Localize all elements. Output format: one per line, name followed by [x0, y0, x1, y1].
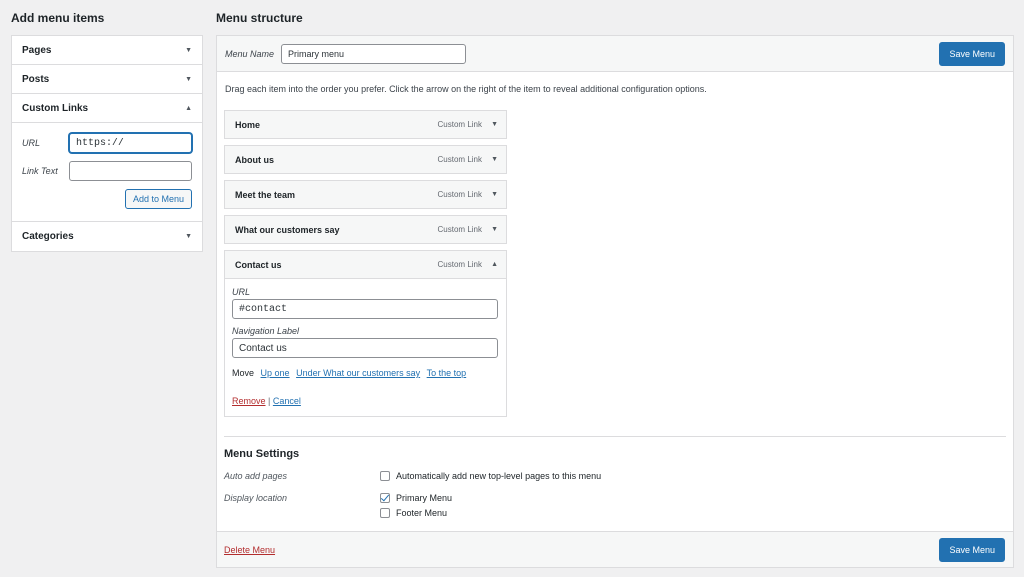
caret-down-icon[interactable]: ▼: [491, 226, 498, 233]
caret-down-icon[interactable]: ▼: [491, 191, 498, 198]
posts-section-label: Posts: [22, 73, 50, 85]
menu-name-input[interactable]: [281, 43, 467, 64]
categories-section-label: Categories: [22, 231, 74, 242]
item-nav-label-input[interactable]: [232, 338, 498, 358]
delete-menu-link[interactable]: Delete Menu: [224, 545, 275, 555]
menu-structure-panel: Menu Name Save Menu Drag each item into …: [216, 35, 1014, 568]
menu-structure-heading: Menu structure: [216, 11, 303, 25]
caret-up-icon: ▲: [185, 104, 192, 112]
menu-item-title: Home: [235, 119, 261, 130]
primary-menu-option[interactable]: Primary Menu: [380, 493, 452, 503]
menu-item-type: Custom Link: [437, 155, 482, 164]
caret-down-icon[interactable]: ▼: [491, 156, 498, 163]
auto-add-option-label: Automatically add new top-level pages to…: [396, 471, 602, 481]
custom-links-form: URL Link Text Add to Menu: [12, 123, 202, 222]
custom-link-url-label: URL: [22, 138, 41, 148]
footer-menu-checkbox[interactable]: [380, 508, 390, 518]
menu-item-title: About us: [235, 154, 274, 165]
menu-items-list: Home Custom Link ▼ About us Custom Link …: [224, 110, 507, 423]
menu-header: Menu Name Save Menu: [217, 36, 1013, 72]
menu-item-about-us[interactable]: About us Custom Link ▼: [224, 145, 507, 174]
settings-divider: [224, 436, 1006, 437]
auto-add-pages-option[interactable]: Automatically add new top-level pages to…: [380, 471, 601, 481]
menu-settings-heading: Menu Settings: [224, 448, 300, 460]
pages-section-label: Pages: [22, 44, 52, 56]
menu-item-meet-the-team[interactable]: Meet the team Custom Link ▼: [224, 180, 507, 209]
menu-footer: Delete Menu Save Menu: [217, 531, 1013, 567]
posts-section-toggle[interactable]: Posts ▼: [12, 65, 202, 94]
add-to-menu-button[interactable]: Add to Menu: [124, 189, 192, 209]
item-actions: Remove | Cancel: [232, 396, 498, 406]
remove-link[interactable]: Remove: [232, 396, 266, 406]
move-row: Move Up one Under What our customers say…: [232, 368, 498, 378]
menu-item-settings: URL Navigation Label Move Up one Under W…: [224, 279, 507, 417]
caret-down-icon: ▼: [185, 46, 192, 54]
cancel-link[interactable]: Cancel: [273, 396, 301, 406]
item-url-input[interactable]: [232, 299, 498, 319]
primary-menu-label: Primary Menu: [396, 493, 453, 503]
move-label: Move: [232, 368, 255, 378]
add-menu-items-panel: Pages ▼ Posts ▼ Custom Links ▲ URL Link …: [11, 35, 203, 252]
menu-item-home[interactable]: Home Custom Link ▼: [224, 110, 507, 139]
menu-item-type: Custom Link: [437, 260, 482, 269]
caret-down-icon[interactable]: ▼: [491, 121, 498, 128]
action-separator: |: [268, 396, 271, 406]
auto-add-pages-label: Auto add pages: [224, 471, 288, 481]
footer-menu-label: Footer Menu: [396, 508, 448, 518]
custom-link-url-input[interactable]: [69, 133, 192, 153]
footer-menu-option[interactable]: Footer Menu: [380, 508, 447, 518]
menu-item-type: Custom Link: [437, 190, 482, 199]
item-nav-label: Navigation Label: [232, 326, 300, 336]
drag-instructions: Drag each item into the order you prefer…: [225, 84, 707, 94]
menu-item-type: Custom Link: [437, 120, 482, 129]
caret-down-icon: ▼: [185, 75, 192, 83]
menu-name-label: Menu Name: [225, 48, 275, 59]
custom-link-text-input[interactable]: [69, 161, 192, 181]
pages-section-toggle[interactable]: Pages ▼: [12, 36, 202, 65]
primary-menu-checkbox[interactable]: [380, 493, 390, 503]
menu-item-customers-say[interactable]: What our customers say Custom Link ▼: [224, 215, 507, 244]
item-url-label: URL: [232, 287, 251, 297]
add-menu-items-heading: Add menu items: [11, 11, 105, 25]
menu-item-title: Meet the team: [235, 189, 296, 200]
menu-item-type: Custom Link: [437, 225, 482, 234]
custom-links-section-label: Custom Links: [22, 102, 89, 114]
save-menu-button-bottom[interactable]: Save Menu: [939, 537, 1005, 562]
move-up-one-link[interactable]: Up one: [261, 368, 290, 378]
caret-down-icon: ▼: [185, 233, 192, 240]
menu-item-title: Contact us: [235, 259, 282, 270]
move-under-link[interactable]: Under What our customers say: [296, 368, 420, 378]
custom-links-section-toggle[interactable]: Custom Links ▲: [12, 94, 202, 123]
move-to-top-link[interactable]: To the top: [427, 368, 467, 378]
menu-item-title: What our customers say: [235, 224, 340, 235]
auto-add-checkbox[interactable]: [380, 471, 390, 481]
categories-section-toggle[interactable]: Categories ▼: [12, 222, 202, 251]
custom-link-text-label: Link Text: [22, 166, 58, 176]
display-location-label: Display location: [224, 493, 288, 503]
caret-up-icon[interactable]: ▲: [491, 261, 498, 268]
menu-item-contact-us[interactable]: Contact us Custom Link ▲: [224, 250, 507, 279]
save-menu-button-top[interactable]: Save Menu: [939, 41, 1005, 66]
